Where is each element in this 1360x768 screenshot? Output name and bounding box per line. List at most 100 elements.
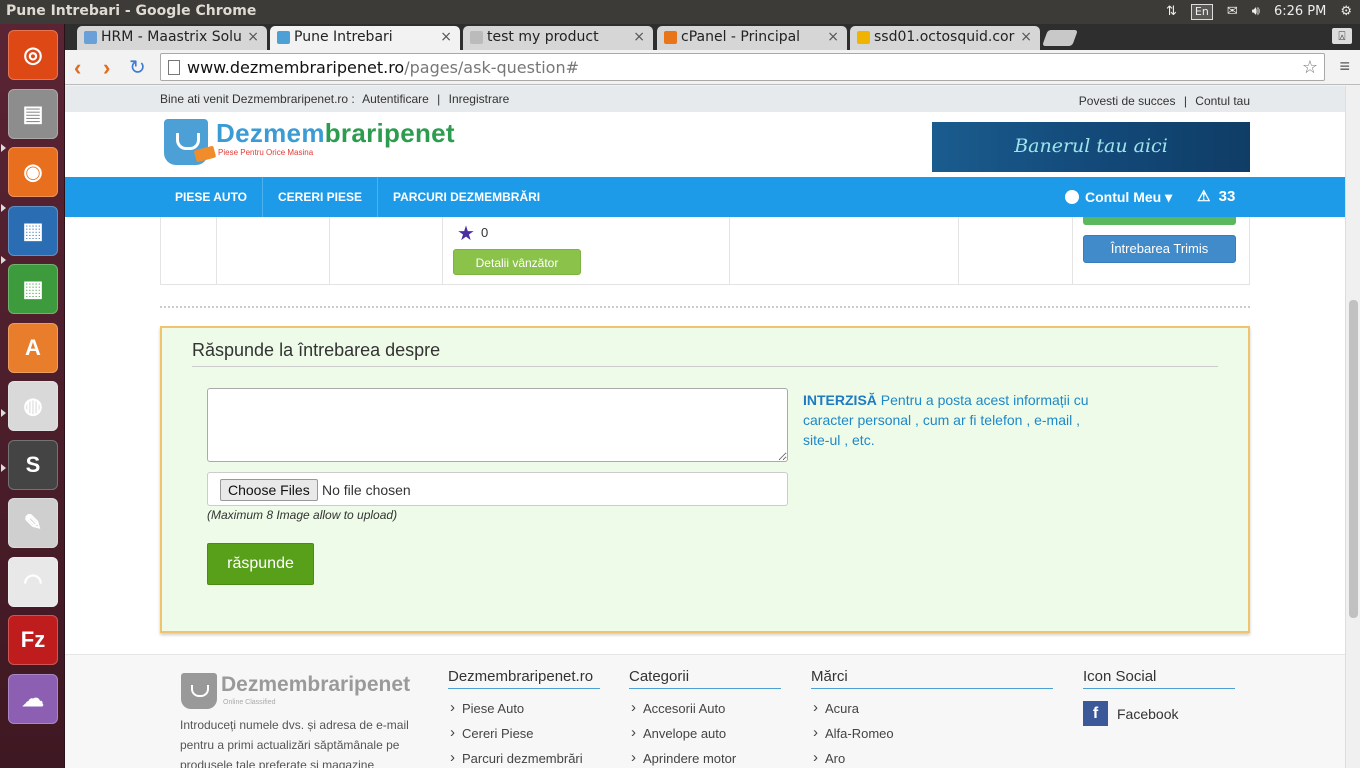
- caret-down-icon: ▾: [1165, 189, 1173, 205]
- footer-link[interactable]: Acura: [811, 699, 1053, 726]
- ubuntu-dash-icon[interactable]: ◎: [8, 30, 58, 80]
- browser-toolbar: ‹ › ↻ www.dezmembraripenet.ro/pages/ask-…: [65, 50, 1360, 85]
- tab-close-icon[interactable]: ×: [827, 29, 839, 45]
- volume-icon[interactable]: 🔊︎: [1252, 3, 1260, 21]
- nav-cereri-piese[interactable]: CERERI PIESE: [263, 177, 379, 217]
- browser-tab-strip: ⍓ HRM - Maastrix Solu × Pune Intrebari × tes…: [65, 24, 1360, 50]
- browser-tab[interactable]: Pune Intrebari ×: [270, 26, 460, 50]
- site-logo[interactable]: Dezmembraripenet Piese Pentru Orice Masi…: [164, 115, 484, 171]
- window-user-icon[interactable]: ⍓: [1332, 28, 1352, 44]
- clipped-green-button[interactable]: [1083, 217, 1236, 225]
- footer-link[interactable]: Piese Auto: [448, 699, 600, 726]
- new-tab-button[interactable]: [1042, 30, 1078, 46]
- footer-logo-text: Dezmembraripenet: [221, 673, 411, 696]
- url-path: /pages/ask-question#: [404, 58, 580, 77]
- nav-parcuri-dezmembrari[interactable]: PARCURI DEZMEMBRĂRI: [378, 177, 555, 217]
- shopping-bag-icon: [181, 673, 217, 709]
- welcome-text: Bine ati venit Dezmembraripenet.ro :: [160, 92, 355, 106]
- keyboard-language-indicator[interactable]: En: [1190, 4, 1213, 20]
- register-link[interactable]: Inregistrare: [449, 92, 510, 106]
- calc-icon[interactable]: ▦: [8, 264, 58, 314]
- forward-icon[interactable]: ›: [103, 55, 110, 81]
- table-column-divider: [729, 217, 730, 285]
- question-sent-button[interactable]: Întrebarea Trimis: [1083, 235, 1236, 263]
- chrome-menu-icon[interactable]: ≡: [1339, 56, 1350, 77]
- browser-tab[interactable]: ssd01.octosquid.cor ×: [850, 26, 1040, 50]
- nav-piese-auto[interactable]: PIESE AUTO: [160, 177, 264, 217]
- seller-details-button[interactable]: Detalii vânzător: [453, 249, 581, 275]
- footer-link[interactable]: Aprindere motor: [629, 749, 781, 768]
- footer-link[interactable]: Parcuri dezmembrări: [448, 749, 600, 768]
- clock[interactable]: 6:26 PM: [1274, 3, 1326, 21]
- tab-close-icon[interactable]: ×: [1020, 29, 1032, 45]
- footer-col-title: Dezmembraripenet.ro: [448, 668, 600, 689]
- success-stories-link[interactable]: Povesti de succes: [1079, 94, 1176, 108]
- tab-close-icon[interactable]: ×: [633, 29, 645, 45]
- footer-col-title: Categorii: [629, 668, 781, 689]
- browser-tab[interactable]: HRM - Maastrix Solu ×: [77, 26, 267, 50]
- tab-label: HRM - Maastrix Solu: [101, 29, 242, 45]
- account-link[interactable]: Contul tau: [1195, 94, 1250, 108]
- footer-link[interactable]: Accesorii Auto: [629, 699, 781, 726]
- file-upload-field[interactable]: Choose Files No file chosen: [207, 472, 788, 506]
- choose-files-button[interactable]: Choose Files: [220, 479, 318, 501]
- footer-col-categories: Categorii Accesorii Auto Anvelope auto A…: [629, 668, 781, 768]
- warning-icon: ⚠: [1197, 188, 1211, 205]
- separator: |: [437, 92, 441, 106]
- top-info-strip: Bine ati venit Dezmembraripenet.ro : Aut…: [65, 86, 1345, 112]
- answer-textarea[interactable]: [207, 388, 788, 462]
- unity-launcher: ◎ ▤ ◉ ▦ ▦ A ◍ S ✎ ◠ Fz ☁: [0, 24, 65, 768]
- running-indicator: [1, 256, 6, 264]
- tab-close-icon[interactable]: ×: [247, 29, 259, 45]
- account-dropdown[interactable]: Contul Meu ▾: [1065, 189, 1172, 206]
- login-link[interactable]: Autentificare: [362, 92, 429, 106]
- writer-icon[interactable]: ▦: [8, 205, 58, 256]
- software-center-icon[interactable]: A: [8, 322, 58, 373]
- browser-tab[interactable]: cPanel - Principal ×: [657, 26, 847, 50]
- firefox-icon[interactable]: ◉: [8, 147, 58, 197]
- bookmark-star-icon[interactable]: ☆: [1302, 57, 1318, 78]
- filezilla-icon[interactable]: Fz: [8, 615, 58, 665]
- submit-answer-button[interactable]: răspunde: [207, 543, 314, 585]
- table-column-divider: [329, 217, 330, 285]
- chrome-icon[interactable]: ◍: [8, 381, 58, 431]
- url-host: www.dezmembraripenet.ro: [187, 58, 405, 77]
- separator: |: [1183, 94, 1187, 108]
- browser-tab[interactable]: test my product ×: [463, 26, 653, 50]
- tab-favicon-icon: [277, 31, 290, 44]
- footer-link[interactable]: Anvelope auto: [629, 724, 781, 751]
- running-indicator: [1, 409, 6, 417]
- pdf-reader-icon[interactable]: ◠: [8, 556, 58, 607]
- reload-icon[interactable]: ↻: [129, 55, 146, 80]
- footer-link[interactable]: Alfa-Romeo: [811, 724, 1053, 751]
- text-editor-icon[interactable]: ✎: [8, 498, 58, 548]
- footer-link[interactable]: Cereri Piese: [448, 724, 600, 751]
- site-footer: Dezmembraripenet Online Classified Intro…: [65, 654, 1345, 768]
- warning-bold: INTERZISĂ: [803, 392, 877, 408]
- main-navbar: PIESE AUTO CERERI PIESE PARCURI DEZMEMBR…: [65, 177, 1345, 217]
- footer-col-brands: Mărci Acura Alfa-Romeo Aro: [811, 668, 1053, 768]
- footer-link[interactable]: Aro: [811, 749, 1053, 768]
- scrollbar-thumb[interactable]: [1349, 300, 1358, 618]
- pidgin-icon[interactable]: ☁: [8, 673, 58, 724]
- tab-close-icon[interactable]: ×: [440, 29, 452, 45]
- alert-count: 33: [1218, 188, 1236, 205]
- network-arrows-icon[interactable]: ⇅: [1166, 3, 1177, 21]
- sublime-icon[interactable]: S: [8, 439, 58, 490]
- seller-rating: ★ 0: [457, 223, 489, 245]
- footer-logo[interactable]: Dezmembraripenet Online Classified: [181, 671, 421, 711]
- page-scrollbar[interactable]: [1345, 86, 1360, 768]
- table-column-divider: [1072, 217, 1073, 285]
- mail-icon[interactable]: ✉: [1227, 3, 1238, 21]
- footer-col-title: Mărci: [811, 668, 1053, 689]
- back-icon[interactable]: ‹: [74, 55, 81, 81]
- ad-banner[interactable]: Banerul tau aici: [932, 122, 1250, 172]
- files-icon[interactable]: ▤: [8, 88, 58, 139]
- facebook-link[interactable]: f Facebook: [1083, 701, 1235, 726]
- tab-favicon-icon: [84, 31, 97, 44]
- facebook-icon: f: [1083, 701, 1108, 726]
- settings-gear-icon[interactable]: ⚙: [1340, 3, 1352, 21]
- alerts-indicator[interactable]: ⚠ 33: [1197, 187, 1235, 205]
- rating-star-icon: ★: [457, 223, 475, 245]
- address-bar[interactable]: www.dezmembraripenet.ro/pages/ask-questi…: [160, 53, 1325, 81]
